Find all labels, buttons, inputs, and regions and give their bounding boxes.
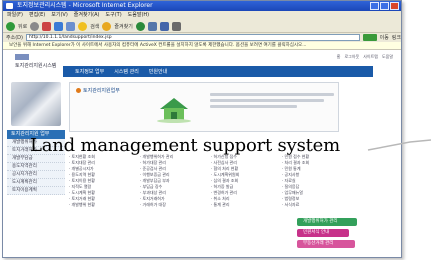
link-item[interactable]: · 통계 관리 — [211, 202, 278, 208]
top-link-home[interactable]: 홈 — [337, 54, 341, 60]
go-label[interactable]: 이동 — [380, 34, 389, 41]
site-header: 토지관리지원시스템 홈 로그아웃 사이트맵 도움말 토지정보 업무 시스템 관리… — [3, 50, 401, 78]
forward-icon[interactable] — [30, 21, 40, 31]
intro-title-text: 토지관리지원업무 — [83, 88, 120, 94]
history-icon[interactable] — [147, 21, 157, 31]
go-button[interactable] — [362, 34, 377, 41]
link-item[interactable]: · 거래허가 대장 — [140, 202, 207, 208]
sidebar-item[interactable]: 토지이용계획 — [7, 187, 65, 195]
link-item[interactable]: · 개발행위 현황 — [69, 202, 136, 208]
title-bar: 토지정보관리시스템 - Microsoft Internet Explorer — [3, 1, 401, 11]
bullet-icon — [76, 88, 81, 93]
top-link-logout[interactable]: 로그아웃 — [344, 54, 359, 60]
links-label[interactable]: 링크 — [392, 34, 401, 41]
sidebar-item[interactable]: 도시계획관리 — [7, 179, 65, 187]
sidebar-books-image — [11, 82, 61, 126]
print-icon[interactable] — [171, 21, 181, 31]
information-bar[interactable]: 보안을 위해 Internet Explorer가 이 사이트에서 사용자의 컴… — [3, 42, 401, 50]
tab-land-info[interactable]: 토지정보 업무 — [75, 68, 104, 75]
stop-icon[interactable] — [42, 21, 52, 31]
address-input[interactable]: http://10.1.1.1/landsupport/index.jsp — [25, 34, 360, 41]
menu-help[interactable]: 도움말(H) — [128, 11, 149, 20]
refresh-icon[interactable] — [54, 21, 64, 31]
sidebar-item[interactable]: 공시지가관리 — [7, 171, 65, 179]
menu-view[interactable]: 보기(V) — [51, 11, 68, 20]
window-controls — [370, 2, 399, 10]
back-icon[interactable] — [6, 21, 15, 31]
window-title: 토지정보관리시스템 - Microsoft Internet Explorer — [17, 2, 153, 9]
maximize-button[interactable] — [380, 2, 389, 10]
media-icon[interactable] — [135, 21, 145, 31]
search-icon[interactable] — [78, 21, 88, 31]
link-column: · 개발행위허가 관리 · 허가대장 관리 · 준공검사 관리 · 이행보증금 … — [140, 154, 207, 254]
sidebar: 토지관리지원 업무 개발행위허가 토지거래허가 개발부담금 용도지역관리 공시지… — [7, 82, 65, 257]
intro-box: 토지관리지원업무 — [69, 82, 339, 132]
favorites-label[interactable]: 즐겨찾기 — [114, 23, 132, 30]
toolbar: 뒤로 검색 즐겨찾기 — [3, 20, 401, 33]
tab-system-admin[interactable]: 시스템 관리 — [114, 68, 139, 75]
quick-links-panel: 개발행위허가 관리 민원서식 안내 부동산거래 관리 — [297, 218, 382, 251]
top-link-help[interactable]: 도움말 — [382, 54, 393, 60]
favorites-icon[interactable] — [102, 21, 112, 31]
main-content: 토지관리지원업무 · 토지현황 조회 · 토지대장 관리 · 개별공시지가 · … — [69, 82, 389, 257]
minimize-button[interactable] — [370, 2, 379, 10]
quick-link-button[interactable]: 개발행위허가 관리 — [297, 218, 357, 226]
search-label[interactable]: 검색 — [90, 23, 99, 30]
ie-icon — [6, 3, 13, 9]
back-label[interactable]: 뒤로 — [18, 23, 27, 30]
site-nav-tabs: 토지정보 업무 시스템 관리 민원안내 — [63, 66, 373, 77]
menu-edit[interactable]: 편집(E) — [29, 11, 45, 20]
intro-title: 토지관리지원업무 — [76, 87, 120, 94]
menu-bar: 파일(F) 편집(E) 보기(V) 즐겨찾기(A) 도구(T) 도움말(H) — [3, 11, 401, 20]
logo-mark-icon — [15, 54, 29, 60]
menu-favorites[interactable]: 즐겨찾기(A) — [74, 11, 100, 20]
intro-text-lines — [210, 93, 334, 111]
sidebar-item[interactable]: 용도지역관리 — [7, 163, 65, 171]
address-bar: 주소(D) http://10.1.1.1/landsupport/index.… — [3, 33, 401, 42]
logo-text: 토지관리지원시스템 — [15, 63, 57, 69]
quick-link-button[interactable]: 부동산거래 관리 — [297, 240, 355, 248]
caption-overlay: Land management support system — [30, 135, 340, 156]
menu-tools[interactable]: 도구(T) — [106, 11, 122, 20]
home-icon[interactable] — [66, 21, 76, 31]
close-button[interactable] — [390, 2, 399, 10]
top-links: 홈 로그아웃 사이트맵 도움말 — [337, 54, 393, 60]
link-column: · 허가신청 접수 · 사전심사 관리 · 협의 처리 현황 · 도시계획위원회… — [211, 154, 278, 254]
browser-window: 토지정보관리시스템 - Microsoft Internet Explorer … — [2, 0, 402, 258]
mail-icon[interactable] — [159, 21, 169, 31]
link-item[interactable]: · 서식자료 — [282, 202, 349, 208]
address-label: 주소(D) — [6, 35, 23, 41]
house-icon — [157, 98, 191, 123]
quick-link-button[interactable]: 민원서식 안내 — [297, 229, 349, 237]
top-link-sitemap[interactable]: 사이트맵 — [363, 54, 378, 60]
site-logo[interactable]: 토지관리지원시스템 — [15, 54, 65, 72]
menu-file[interactable]: 파일(F) — [7, 11, 23, 20]
tab-civil-guide[interactable]: 민원안내 — [149, 68, 167, 75]
link-column: · 토지현황 조회 · 토지대장 관리 · 개별공시지가 · 용도지역 현황 ·… — [69, 154, 136, 254]
